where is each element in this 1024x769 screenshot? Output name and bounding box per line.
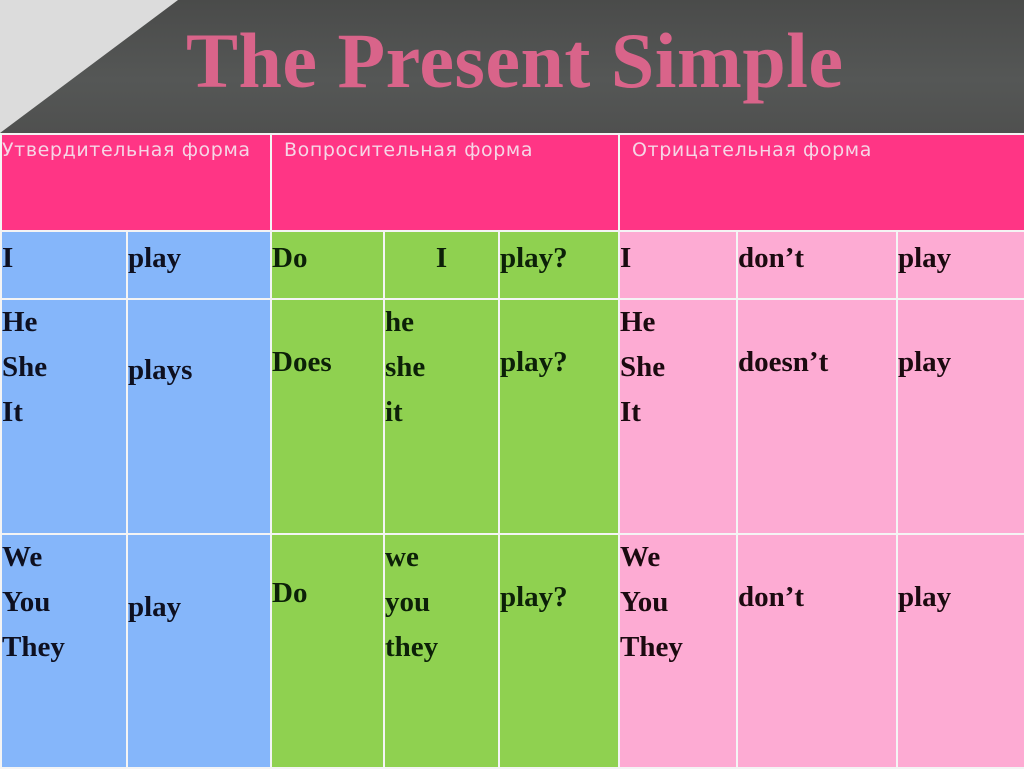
subject-word: it: [385, 396, 403, 428]
negative-aux: don’t: [736, 533, 898, 769]
header-interrogative: Вопросительная форма: [270, 133, 620, 232]
subject-word: She: [620, 351, 666, 383]
header-negative: Отрицательная форма: [617, 133, 1024, 232]
interrogative-aux: Do: [270, 533, 385, 769]
title-band: The Present Simple: [0, 0, 1024, 133]
negative-verb: play: [895, 533, 1024, 769]
subject-word: they: [385, 631, 439, 663]
subject-word: she: [385, 351, 426, 383]
subject-word: I: [435, 242, 448, 274]
present-simple-table: Утвердительная форма Вопросительная форм…: [0, 133, 1024, 769]
negative-aux: doesn’t: [736, 298, 898, 535]
interrogative-verb: play?: [498, 230, 620, 300]
page-title: The Present Simple: [186, 17, 844, 104]
interrogative-verb: play?: [498, 298, 620, 535]
subject-word: We: [2, 541, 43, 573]
negative-verb: play: [895, 298, 1024, 535]
header-row: Утвердительная форма Вопросительная форм…: [0, 133, 1024, 232]
subject-word: you: [385, 586, 431, 618]
subject-word: It: [620, 396, 641, 428]
subject-word: We: [620, 541, 661, 573]
interrogative-aux: Does: [270, 298, 385, 535]
negative-aux: don’t: [736, 230, 898, 300]
subject-word: It: [2, 396, 23, 428]
subject-word: She: [2, 351, 48, 383]
table-row: He She It plays Does he she it play? He …: [0, 298, 1024, 535]
subject-word: He: [2, 306, 38, 338]
title-corner-decoration: [0, 0, 178, 133]
subject-word: I: [2, 242, 14, 274]
negative-verb: play: [895, 230, 1024, 300]
interrogative-subject: we you they: [383, 533, 500, 769]
subject-word: He: [620, 306, 656, 338]
table-row: I play Do I play? I don’t play: [0, 230, 1024, 300]
subject-word: You: [620, 586, 669, 618]
subject-word: we: [385, 541, 419, 573]
subject-word: You: [2, 586, 51, 618]
subject-word: he: [385, 306, 414, 338]
negative-subject: He She It: [618, 298, 738, 535]
negative-subject: I: [618, 230, 738, 300]
interrogative-subject: I: [383, 230, 500, 300]
header-affirmative: Утвердительная форма: [0, 133, 272, 232]
affirmative-verb: plays: [126, 298, 272, 535]
interrogative-subject: he she it: [383, 298, 500, 535]
affirmative-verb: play: [126, 533, 272, 769]
interrogative-aux: Do: [270, 230, 385, 300]
table-row: We You They play Do we you they play? We…: [0, 533, 1024, 769]
interrogative-verb: play?: [498, 533, 620, 769]
subject-word: They: [620, 631, 683, 663]
subject-word: I: [620, 242, 632, 274]
subject-word: They: [2, 631, 65, 663]
affirmative-subject: He She It: [0, 298, 128, 535]
negative-subject: We You They: [618, 533, 738, 769]
affirmative-subject: We You They: [0, 533, 128, 769]
affirmative-subject: I: [0, 230, 128, 300]
affirmative-verb: play: [126, 230, 272, 300]
